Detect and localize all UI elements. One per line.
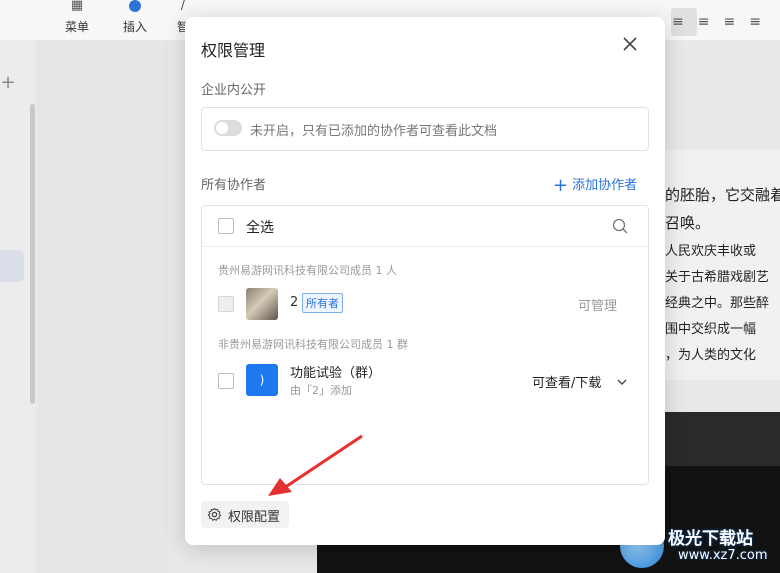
member-checkbox xyxy=(218,296,234,312)
permission-dialog: 权限管理 企业内公开 未开启，只有已添加的协作者可查看此文档 所有协作者 + 添加… xyxy=(185,17,665,545)
group-name: 功能试验（群） xyxy=(290,366,382,381)
permission-config-label: 权限配置 xyxy=(228,510,281,525)
group-avatar: ) xyxy=(246,364,278,396)
group-label: 贵州易游网讯科技有限公司成员 1 人 xyxy=(218,264,397,277)
gear-icon xyxy=(207,507,222,522)
insert-icon xyxy=(116,0,154,18)
add-collaborator-button[interactable]: + 添加协作者 xyxy=(553,173,638,196)
insert-button[interactable]: 插入 xyxy=(116,0,154,40)
add-icon[interactable]: + xyxy=(0,72,16,93)
doc-line: 的胚胎，它交融着 xyxy=(665,186,780,204)
menu-button[interactable]: ▦ 菜单 xyxy=(58,0,96,40)
watermark-title: 极光下载站 xyxy=(668,529,753,549)
public-section-label: 企业内公开 xyxy=(201,83,267,98)
close-icon[interactable] xyxy=(619,33,641,55)
group-added-by: 由「2」添加 xyxy=(290,384,352,397)
group-permission-dropdown[interactable]: 可查看/下载 xyxy=(532,372,601,391)
public-setting-box: 未开启，只有已添加的协作者可查看此文档 xyxy=(201,107,649,151)
select-all-checkbox[interactable] xyxy=(218,218,234,234)
watermark-url: www.xz7.com xyxy=(678,548,768,563)
add-collaborator-label: 添加协作者 xyxy=(572,178,638,193)
member-name: 2 xyxy=(290,295,299,310)
group-checkbox[interactable] xyxy=(218,373,234,389)
member-permission: 可管理 xyxy=(578,299,618,314)
pen-icon: / xyxy=(180,0,186,13)
collaborators-label: 所有协作者 xyxy=(201,178,267,193)
page-margin xyxy=(36,40,168,573)
public-toggle[interactable] xyxy=(214,120,242,136)
chevron-down-icon[interactable] xyxy=(616,373,628,385)
red-arrow-annotation xyxy=(268,434,363,496)
public-toggle-text: 未开启，只有已添加的协作者可查看此文档 xyxy=(250,124,498,139)
doc-line: 人民欢庆丰收或 xyxy=(665,244,757,259)
search-icon[interactable] xyxy=(612,218,628,234)
owner-badge: 所有者 xyxy=(302,293,343,313)
selected-outline-item[interactable] xyxy=(0,250,24,282)
group-label: 非贵州易游网讯科技有限公司成员 1 群 xyxy=(218,338,408,351)
doc-line: 围中交织成一幅 xyxy=(665,322,757,337)
menu-icon: ▦ xyxy=(70,0,84,13)
permission-config-button[interactable]: 权限配置 xyxy=(201,501,289,528)
doc-line: 召唤。 xyxy=(665,214,711,232)
align-icons[interactable]: ≡≡≡≡ xyxy=(672,14,775,30)
dialog-title: 权限管理 xyxy=(201,41,266,60)
doc-line: ，为人类的文化 xyxy=(665,348,757,363)
avatar xyxy=(246,288,278,320)
select-all-row: 全选 xyxy=(202,206,648,247)
select-all-label: 全选 xyxy=(246,220,274,236)
doc-line: 经典之中。那些醉 xyxy=(665,296,770,311)
doc-line: 关于古希腊戏剧艺 xyxy=(665,270,770,285)
plus-icon: + xyxy=(553,175,569,196)
scrollbar[interactable] xyxy=(30,104,35,404)
document-text: 的胚胎，它交融着 召唤。 人民欢庆丰收或 关于古希腊戏剧艺 经典之中。那些醉 围… xyxy=(665,150,780,380)
left-panel: + xyxy=(0,40,37,573)
